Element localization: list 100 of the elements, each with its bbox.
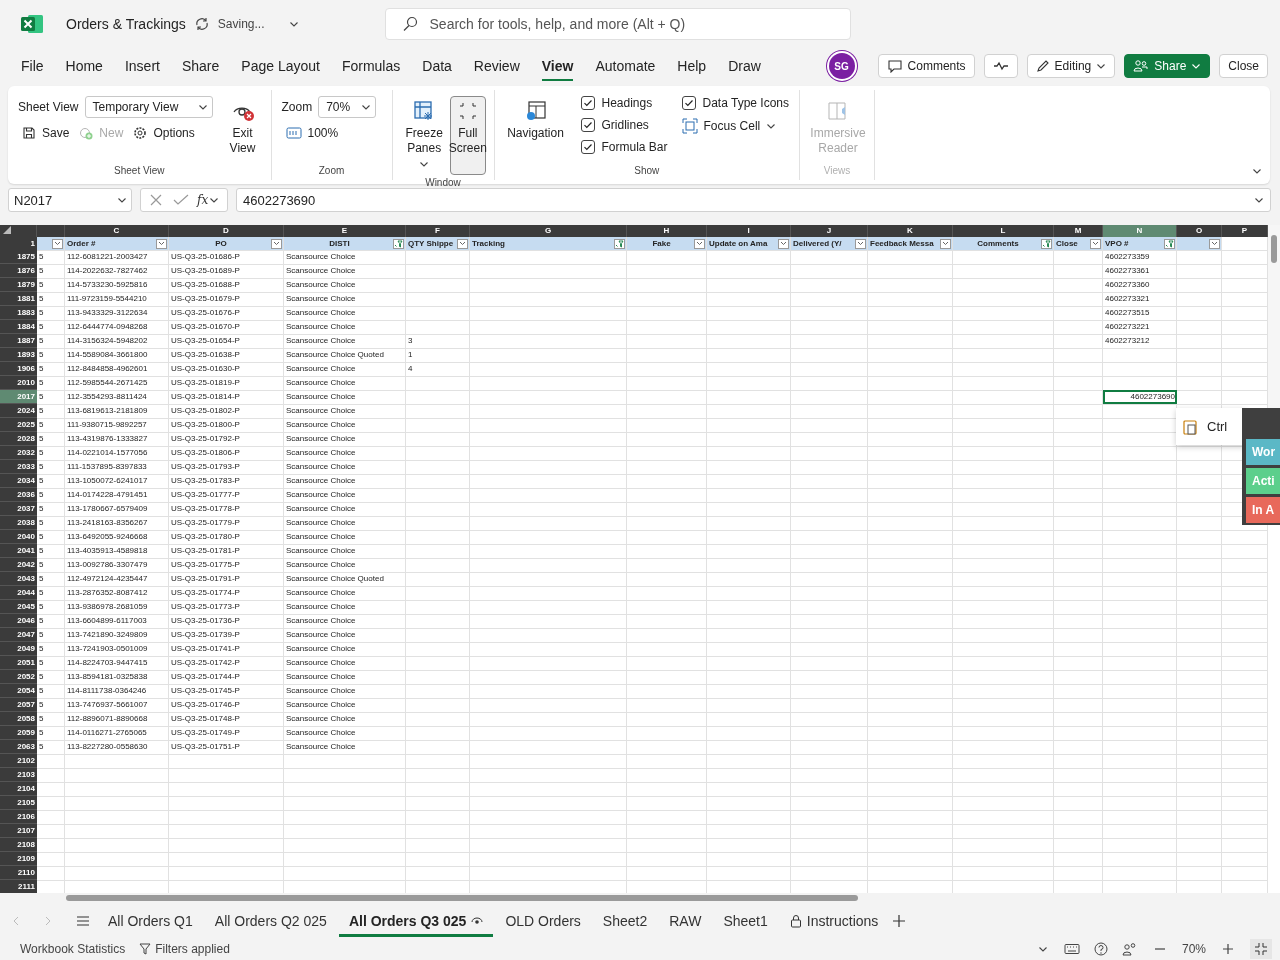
share-button[interactable]: Share	[1124, 54, 1211, 78]
help-icon[interactable]	[1093, 942, 1108, 956]
zoom-dropdown[interactable]: 70%	[318, 96, 377, 118]
row-number[interactable]: 1881	[0, 292, 37, 306]
menu-tab[interactable]: View	[530, 50, 585, 82]
row-number[interactable]: 2104	[0, 782, 37, 796]
menu-tab[interactable]: Review	[462, 50, 531, 82]
menu-tab[interactable]: Insert	[113, 50, 171, 82]
sheet-tab[interactable]: All Orders Q1	[98, 904, 203, 937]
row-number[interactable]: 2040	[0, 530, 37, 544]
full-screen-button[interactable]: Full Screen	[449, 96, 486, 175]
row-number[interactable]: 1879	[0, 278, 37, 292]
row-number[interactable]: 2037	[0, 502, 37, 516]
row-number[interactable]: 1875	[0, 250, 37, 264]
user-avatar[interactable]: SG	[828, 53, 855, 79]
row-number[interactable]: 2059	[0, 726, 37, 740]
filter-dropdown-button[interactable]	[393, 238, 404, 249]
row-number[interactable]: 2032	[0, 446, 37, 460]
save-button[interactable]: Save	[18, 124, 74, 142]
row-number[interactable]: 2041	[0, 544, 37, 558]
sheet-tab[interactable]: All Orders Q2 025	[204, 904, 337, 937]
row-number[interactable]: 2058	[0, 712, 37, 726]
row-number[interactable]: 2111	[0, 880, 37, 893]
row-number[interactable]: 2063	[0, 740, 37, 754]
menu-tab[interactable]: File	[10, 50, 55, 82]
vertical-scrollbar[interactable]	[1268, 225, 1280, 408]
row-number[interactable]: 2108	[0, 838, 37, 852]
row-number[interactable]: 2052	[0, 670, 37, 684]
filter-dropdown-button[interactable]	[778, 238, 789, 249]
row-number[interactable]: 2057	[0, 698, 37, 712]
options-button[interactable]: Options	[129, 124, 199, 142]
insert-function-button[interactable]: fx	[197, 193, 220, 207]
checkbox-option[interactable]: Headings	[580, 96, 668, 110]
menu-tab[interactable]: Page Layout	[230, 50, 331, 82]
menu-tab[interactable]: Automate	[584, 50, 667, 82]
filter-dropdown-button[interactable]	[271, 238, 282, 249]
menu-tab[interactable]: Help	[666, 50, 718, 82]
menu-tab[interactable]: Draw	[717, 50, 772, 82]
row-number[interactable]: 2110	[0, 866, 37, 880]
filter-status[interactable]: Filters applied	[139, 942, 230, 956]
row-number[interactable]: 2109	[0, 852, 37, 866]
row-number[interactable]: 2034	[0, 474, 37, 488]
menu-tab[interactable]: Home	[54, 50, 114, 82]
column-letter[interactable]: N	[1103, 225, 1177, 237]
filter-dropdown-button[interactable]	[694, 238, 705, 249]
row-number[interactable]: 1906	[0, 362, 37, 376]
row-number[interactable]: 2046	[0, 614, 37, 628]
navigation-button[interactable]: Navigation	[504, 96, 567, 145]
row-number[interactable]: 2017	[0, 390, 37, 404]
filter-dropdown-button[interactable]	[1041, 238, 1052, 249]
filter-dropdown-button[interactable]	[156, 238, 167, 249]
zoom-level[interactable]: 70%	[1181, 942, 1206, 956]
row-number[interactable]: 2045	[0, 600, 37, 614]
menu-tab[interactable]: Share	[170, 50, 231, 82]
exit-view-button[interactable]: Exit View	[224, 96, 261, 163]
row-number[interactable]: 2051	[0, 656, 37, 670]
search-field[interactable]: Search for tools, help, and more (Alt + Q)	[427, 15, 850, 33]
close-button[interactable]: Close	[1219, 54, 1268, 78]
row-number[interactable]: 2103	[0, 768, 37, 782]
formula-field[interactable]: 4602273690	[236, 188, 1271, 212]
keyboard-icon[interactable]	[1063, 943, 1080, 955]
sheet-tab[interactable]: Sheet2	[592, 904, 658, 937]
activity-button[interactable]	[983, 54, 1018, 78]
row-number[interactable]: 2044	[0, 586, 37, 600]
row-number[interactable]: 1883	[0, 306, 37, 320]
editing-button[interactable]: Editing	[1026, 54, 1116, 78]
sheet-tab[interactable]: Sheet1	[713, 904, 778, 937]
filter-dropdown-button[interactable]	[1164, 238, 1175, 249]
row-number[interactable]: 1884	[0, 320, 37, 334]
row-number[interactable]: 1	[0, 237, 37, 251]
filter-dropdown-button[interactable]	[1209, 238, 1220, 249]
filter-dropdown-button[interactable]	[1090, 238, 1101, 249]
zoom-100-button[interactable]: 100%	[281, 124, 377, 142]
row-number[interactable]: 2047	[0, 628, 37, 642]
row-number[interactable]: 2043	[0, 572, 37, 586]
sheet-view-dropdown[interactable]: Temporary View	[84, 96, 213, 118]
sheet-tab[interactable]: OLD Orders	[495, 904, 591, 937]
checkbox-option[interactable]: Data Type Icons	[681, 96, 790, 110]
sheet-tab[interactable]: RAW	[659, 904, 712, 937]
filter-dropdown-button[interactable]	[940, 238, 951, 249]
row-number[interactable]: 2038	[0, 516, 37, 530]
filter-dropdown-button[interactable]	[614, 238, 625, 249]
row-number[interactable]: 2107	[0, 824, 37, 838]
checkbox-option[interactable]: Formula Bar	[580, 140, 668, 154]
workbook-statistics-button[interactable]: Workbook Statistics	[20, 942, 126, 956]
search-bar[interactable]: Search for tools, help, and more (Alt + Q)	[384, 8, 851, 40]
filter-dropdown-button[interactable]	[52, 238, 63, 249]
menu-tab[interactable]: Data	[411, 50, 463, 82]
row-number[interactable]: 2010	[0, 376, 37, 390]
row-number[interactable]: 2106	[0, 810, 37, 824]
row-number[interactable]: 2049	[0, 642, 37, 656]
row-number[interactable]: 1893	[0, 348, 37, 362]
checkbox-option[interactable]: Gridlines	[580, 118, 668, 132]
name-box[interactable]: N2017	[8, 188, 132, 212]
document-title[interactable]: Orders & Trackings	[66, 16, 186, 32]
row-number[interactable]: 2036	[0, 488, 37, 502]
zoom-in-button[interactable]	[1220, 941, 1236, 957]
row-number[interactable]: 2054	[0, 684, 37, 698]
comments-button[interactable]: Comments	[877, 54, 975, 78]
row-number[interactable]: 1876	[0, 264, 37, 278]
